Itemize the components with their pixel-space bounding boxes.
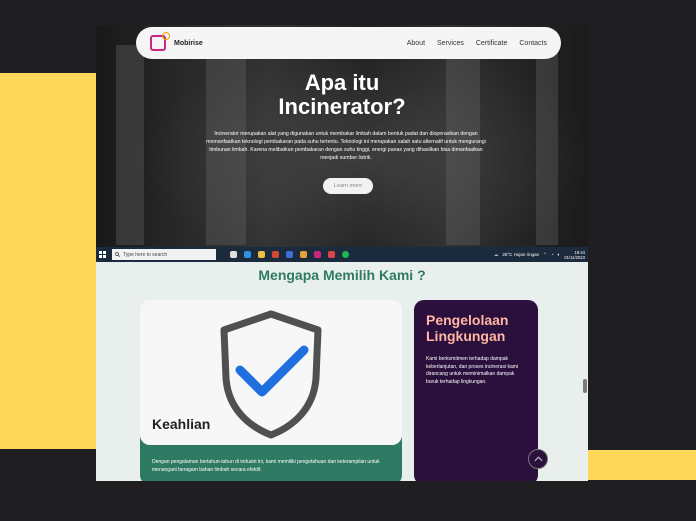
speaker-icon[interactable]: 🔈︎ xyxy=(558,252,561,257)
environment-card-title: Pengelolaan Lingkungan xyxy=(426,312,526,344)
background-yellow-block-right xyxy=(588,450,696,480)
hero-section: Mobirise About Services Certificate Cont… xyxy=(96,25,588,247)
app-icon[interactable] xyxy=(314,251,321,258)
clock-date: 01/11/2023 xyxy=(564,254,585,260)
windows-start-icon[interactable] xyxy=(99,251,106,258)
brand-name[interactable]: Mobirise xyxy=(174,40,203,47)
nav-links: About Services Certificate Contacts xyxy=(407,40,547,47)
chevron-up-icon xyxy=(533,456,543,462)
taskbar-clock[interactable]: 19:44 01/11/2023 xyxy=(564,250,585,260)
section-title: Mengapa Memilih Kami ? xyxy=(258,267,426,283)
spotify-icon[interactable] xyxy=(342,251,349,258)
file-explorer-icon[interactable] xyxy=(258,251,265,258)
scrollbar-thumb[interactable] xyxy=(583,379,587,393)
browser-viewport: Mobirise About Services Certificate Cont… xyxy=(96,25,588,481)
taskbar-apps xyxy=(230,251,349,258)
chevron-up-icon[interactable]: ⌃ xyxy=(543,252,547,258)
taskbar-search-box[interactable]: Type here to search xyxy=(112,249,216,260)
task-view-icon[interactable] xyxy=(230,251,237,258)
edge-browser-icon[interactable] xyxy=(244,251,251,258)
expertise-card-text: Dengan pengalaman bertahun-tahun di indu… xyxy=(152,459,380,473)
network-icon[interactable]: ◔ xyxy=(551,252,554,257)
hero-title-line2: Incinerator? xyxy=(278,94,406,119)
nav-link-certificate[interactable]: Certificate xyxy=(476,40,508,47)
system-tray: ☁ 26°C Hujan ringan ⌃ ◔ 🔈︎ 19:44 01/11/2… xyxy=(494,250,585,260)
brand-logo-icon[interactable] xyxy=(150,32,170,51)
nav-link-about[interactable]: About xyxy=(407,40,425,47)
powerpoint-icon[interactable] xyxy=(328,251,335,258)
hero-description: Incinerator merupakan alat yang digunaka… xyxy=(206,131,486,161)
environment-title-line2: Lingkungan xyxy=(426,328,506,344)
hero-title: Apa itu Incinerator? xyxy=(96,71,588,119)
hero-title-line1: Apa itu xyxy=(304,70,380,95)
weather-text[interactable]: 26°C Hujan ringan xyxy=(502,252,539,257)
office-icon[interactable] xyxy=(272,251,279,258)
nav-link-services[interactable]: Services xyxy=(437,40,464,47)
environment-card-text: Kami berkomitmen terhadap dampak keberla… xyxy=(426,356,518,385)
weather-icon[interactable]: ☁ xyxy=(494,252,499,258)
mail-icon[interactable] xyxy=(286,251,293,258)
taskbar-search-placeholder: Type here to search xyxy=(123,251,168,258)
navbar: Mobirise About Services Certificate Cont… xyxy=(136,27,561,59)
windows-taskbar: Type here to search ☁ 26°C Hujan ringan … xyxy=(96,247,588,262)
expertise-card: Keahlian xyxy=(140,300,402,445)
scroll-to-top-button[interactable] xyxy=(528,449,548,469)
chrome-icon[interactable] xyxy=(300,251,307,258)
environment-title-line1: Pengelolaan xyxy=(426,312,509,328)
shield-check-icon xyxy=(220,310,322,439)
search-icon xyxy=(115,252,120,257)
background-yellow-block-left xyxy=(0,73,96,449)
learn-more-button[interactable]: Learn more xyxy=(323,178,373,194)
environment-card: Pengelolaan Lingkungan Kami berkomitmen … xyxy=(414,300,538,481)
nav-link-contacts[interactable]: Contacts xyxy=(519,40,547,47)
expertise-card-title: Keahlian xyxy=(152,416,211,432)
